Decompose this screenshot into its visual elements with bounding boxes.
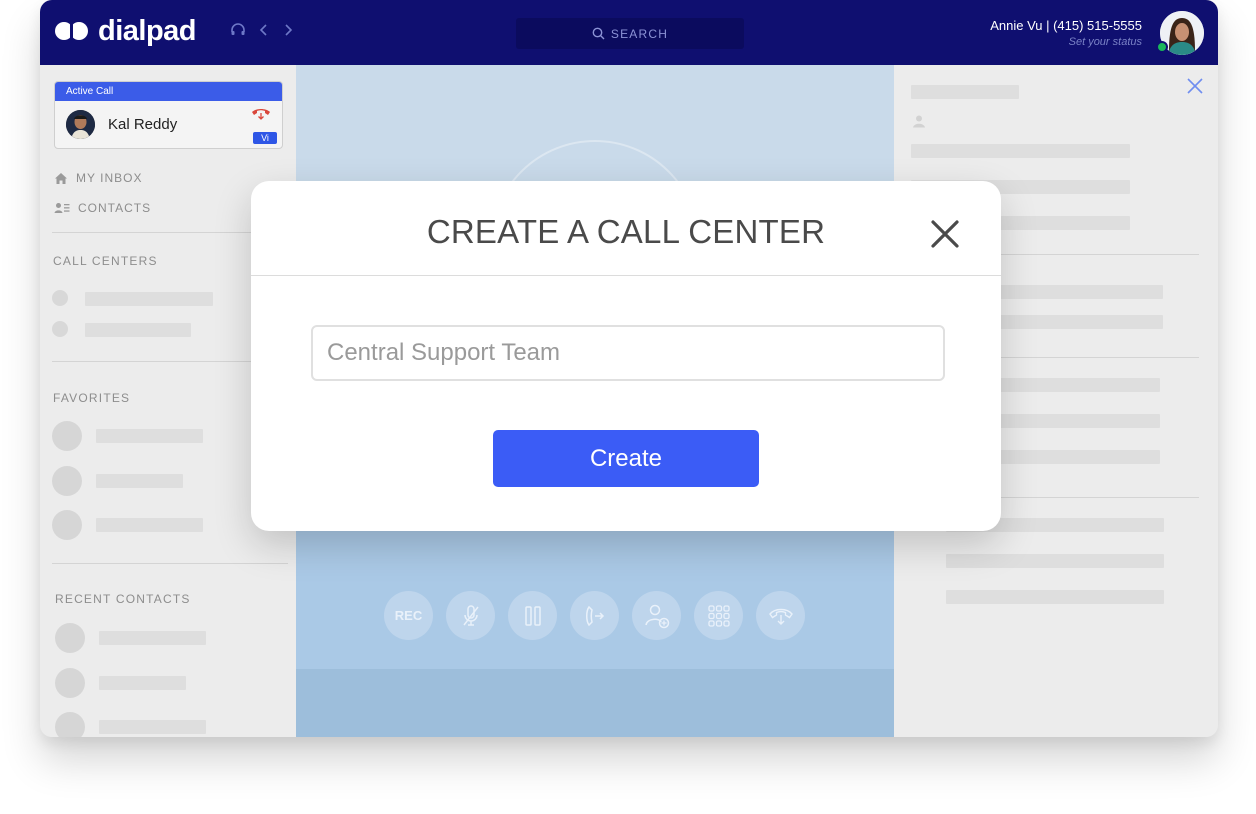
create-call-center-dialog: CREATE A CALL CENTER Create (251, 181, 1001, 531)
close-icon[interactable] (929, 218, 961, 250)
call-center-name-input[interactable] (311, 325, 945, 381)
dialog-title: CREATE A CALL CENTER (426, 213, 826, 250)
create-button[interactable]: Create (493, 430, 759, 487)
modal-overlay: CREATE A CALL CENTER Create (0, 0, 1256, 814)
dialog-divider (251, 275, 1001, 276)
